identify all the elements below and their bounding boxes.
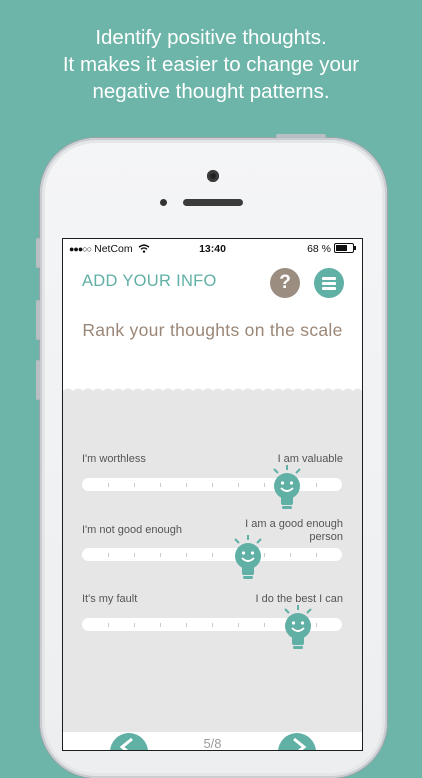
- app-screen: ●●●○○ NetCom 13:40 68 % ADD YOUR INFO ? …: [62, 238, 363, 751]
- promo-line-2: It makes it easier to change your: [62, 53, 360, 76]
- battery-icon: [334, 243, 356, 253]
- next-button[interactable]: [278, 733, 316, 750]
- scale-tick: [212, 483, 213, 487]
- proximity-sensor: [160, 199, 167, 206]
- front-camera: [207, 170, 219, 182]
- scale-tick: [160, 623, 161, 627]
- menu-icon: [322, 277, 336, 280]
- promo-line-1: Identify positive thoughts.: [95, 26, 327, 49]
- scale-2-bulb-handle[interactable]: [228, 533, 268, 583]
- arrow-right-icon: [293, 737, 307, 750]
- scale-1-bulb-handle[interactable]: [267, 463, 307, 513]
- scale-tick: [264, 623, 265, 627]
- scale-1-negative-label: I'm worthless: [82, 453, 146, 465]
- scale-2-negative-label: I'm not good enough: [82, 524, 182, 536]
- help-button[interactable]: ?: [270, 268, 300, 298]
- scale-tick: [134, 483, 135, 487]
- battery-percentage: 68 %: [307, 243, 331, 255]
- scale-tick: [108, 483, 109, 487]
- pager-bar: 5/8: [63, 732, 362, 750]
- scale-tick: [186, 623, 187, 627]
- promo-line-3: negative thought patterns.: [92, 80, 330, 103]
- scale-tick: [316, 483, 317, 487]
- scale-tick: [290, 553, 291, 557]
- scale-tick: [212, 623, 213, 627]
- earpiece-speaker: [183, 199, 243, 206]
- scale-3-bulb-handle[interactable]: [278, 603, 318, 653]
- page-indicator: 5/8: [203, 736, 222, 750]
- power-button: [276, 134, 326, 138]
- scale-tick: [108, 623, 109, 627]
- scales-panel: [63, 392, 362, 732]
- scale-tick: [212, 553, 213, 557]
- scale-tick: [238, 623, 239, 627]
- scale-tick: [186, 483, 187, 487]
- mute-switch: [36, 238, 40, 268]
- page-title: ADD YOUR INFO: [82, 272, 217, 290]
- scale-tick: [264, 483, 265, 487]
- scale-tick: [160, 483, 161, 487]
- promo-headline: Identify positive thoughts. It makes it …: [0, 24, 422, 105]
- scale-tick: [186, 553, 187, 557]
- scale-tick: [134, 623, 135, 627]
- scale-tick: [134, 553, 135, 557]
- scale-tick: [108, 553, 109, 557]
- scale-tick: [316, 553, 317, 557]
- status-bar: ●●●○○ NetCom 13:40 68 %: [63, 239, 362, 259]
- menu-button[interactable]: [314, 268, 344, 298]
- scale-prompt: Rank your thoughts on the scale: [82, 320, 343, 340]
- scale-3-negative-label: It's my fault: [82, 593, 138, 605]
- scale-tick: [238, 483, 239, 487]
- scale-tick: [160, 553, 161, 557]
- volume-down-button: [36, 360, 40, 400]
- scale-2-slider-track[interactable]: [82, 548, 342, 561]
- volume-up-button: [36, 300, 40, 340]
